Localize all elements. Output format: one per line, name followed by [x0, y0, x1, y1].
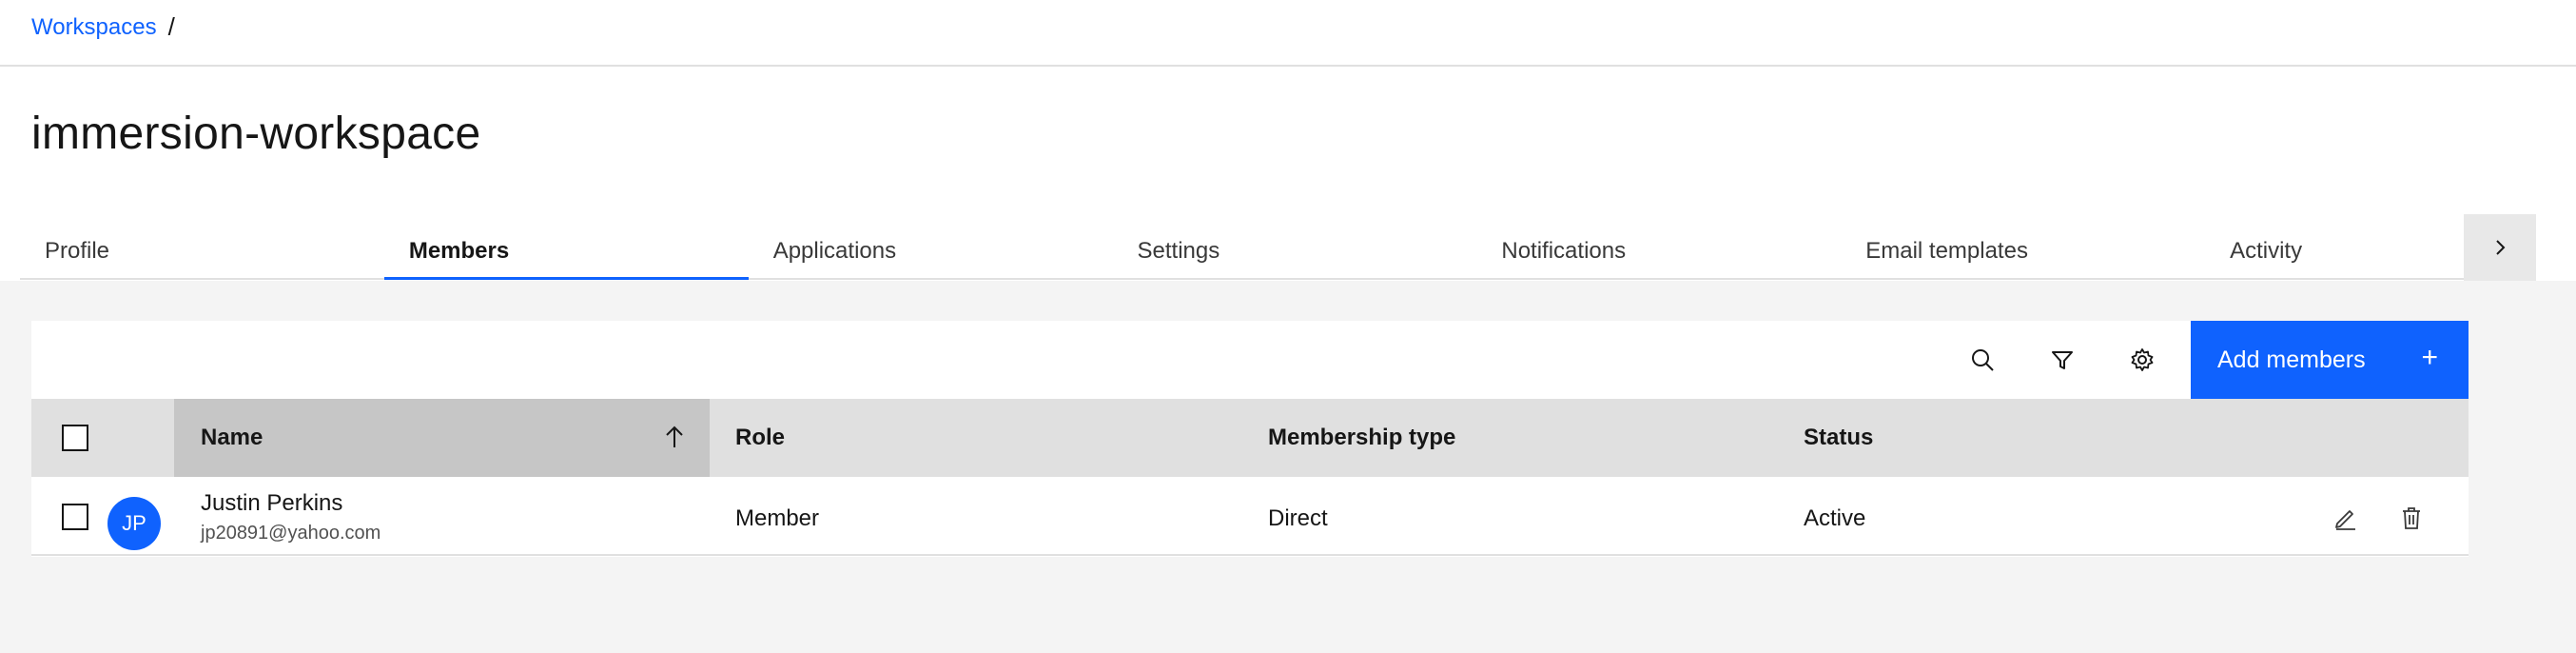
member-name: Justin Perkins [201, 490, 343, 516]
trash-icon [2403, 507, 2420, 529]
breadcrumb: Workspaces / [31, 12, 175, 42]
table-toolbar: Add members + [31, 321, 2469, 399]
search-button[interactable] [1942, 321, 2022, 399]
members-table: Add members + Name Role Membership type … [31, 321, 2469, 557]
select-all-checkbox[interactable] [62, 425, 88, 451]
member-status: Active [1804, 505, 1866, 531]
row-select-checkbox[interactable] [62, 504, 88, 530]
arrow-up-icon [666, 425, 683, 447]
column-header-membership-label: Membership type [1268, 425, 1456, 450]
breadcrumb-separator: / [167, 12, 175, 41]
tab-settings[interactable]: Settings [1112, 219, 1477, 280]
table-settings-button[interactable] [2102, 321, 2182, 399]
tab-profile[interactable]: Profile [20, 219, 384, 280]
tab-notifications[interactable]: Notifications [1476, 219, 1842, 280]
column-header-membership-type[interactable]: Membership type [1245, 399, 1781, 477]
table-row: JP Justin Perkins jp20891@yahoo.com Memb… [31, 477, 2469, 556]
table-header: Name Role Membership type Status [31, 399, 2469, 477]
page-header: Workspaces / immersion-workspace Profile… [0, 0, 2576, 281]
tab-activity[interactable]: Activity [2205, 219, 2464, 280]
tab-applications[interactable]: Applications [748, 219, 1113, 280]
column-header-role-label: Role [735, 425, 786, 450]
avatar: JP [107, 497, 161, 550]
filter-button[interactable] [2022, 321, 2102, 399]
column-header-status[interactable]: Status [1781, 399, 2316, 477]
add-members-button[interactable]: Add members + [2191, 321, 2469, 399]
column-header-name-label: Name [201, 425, 263, 450]
member-role: Member [735, 505, 820, 531]
edit-member-button[interactable] [2330, 502, 2362, 534]
column-header-role[interactable]: Role [710, 399, 1245, 477]
member-email: jp20891@yahoo.com [201, 523, 381, 544]
gear-icon [2131, 348, 2154, 371]
tab-email-templates[interactable]: Email templates [1841, 219, 2206, 280]
chevron-right-icon [2496, 240, 2506, 255]
select-all-cell [31, 399, 174, 477]
breadcrumb-divider [0, 65, 2576, 67]
tab-list: Profile Members Applications Settings No… [20, 219, 2464, 280]
plus-icon: + [2421, 342, 2438, 373]
member-membership-type: Direct [1268, 505, 1328, 531]
search-icon [1972, 349, 1994, 371]
column-header-name[interactable]: Name [174, 399, 710, 477]
filter-icon [2052, 351, 2073, 369]
page-title: immersion-workspace [31, 109, 481, 159]
add-members-label: Add members [2217, 346, 2366, 373]
delete-member-button[interactable] [2395, 502, 2428, 534]
tab-members[interactable]: Members [383, 219, 749, 280]
breadcrumb-link-workspaces[interactable]: Workspaces [31, 14, 157, 41]
column-header-status-label: Status [1804, 425, 1874, 450]
pencil-icon [2335, 510, 2355, 530]
tab-scroll-next-button[interactable] [2464, 214, 2536, 281]
